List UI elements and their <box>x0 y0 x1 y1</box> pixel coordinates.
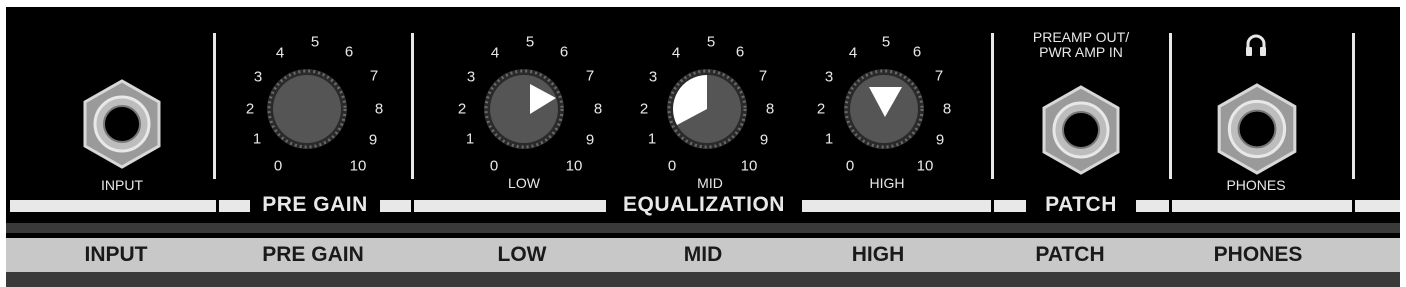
scale-tick: 2 <box>816 100 826 118</box>
scale-tick: 4 <box>848 44 858 62</box>
divider <box>1169 33 1172 179</box>
scale-tick: 9 <box>759 131 769 149</box>
low-knob[interactable] <box>482 67 566 151</box>
scale-tick: 7 <box>934 67 944 85</box>
divider <box>991 33 994 179</box>
scale-tick: 4 <box>275 44 285 62</box>
lower-dark-band <box>6 223 1400 233</box>
pre-gain-knob[interactable] <box>265 67 349 151</box>
bar-separator <box>1169 200 1172 212</box>
scale-tick: 1 <box>647 130 657 148</box>
scale-tick: 0 <box>489 157 499 175</box>
mid-knob[interactable] <box>665 67 749 151</box>
scale-tick: 6 <box>344 43 354 61</box>
scale-tick: 3 <box>466 68 476 86</box>
strip-label-patch: PATCH <box>1035 243 1105 266</box>
strip-label-pre-gain: PRE GAIN <box>262 243 364 266</box>
input-jack-label: INPUT <box>101 177 143 193</box>
scale-tick: 1 <box>465 130 475 148</box>
divider <box>411 33 414 179</box>
patch-label-line2: PWR AMP IN <box>1039 44 1123 60</box>
scale-tick: 2 <box>245 100 255 118</box>
bottom-dark-band <box>6 272 1400 287</box>
scale-tick: 5 <box>525 33 535 51</box>
patch-jack[interactable] <box>1036 85 1126 175</box>
scale-tick: 5 <box>706 33 716 51</box>
scale-tick: 10 <box>740 157 758 175</box>
bar-separator <box>991 200 994 212</box>
scale-tick: 2 <box>457 100 467 118</box>
scale-tick: 3 <box>824 68 834 86</box>
equalization-title: EQUALIZATION <box>606 191 802 219</box>
scale-tick: 8 <box>765 100 775 118</box>
scale-tick: 1 <box>824 130 834 148</box>
patch-label-line1: PREAMP OUT/ <box>1032 29 1130 45</box>
pre-gain-title: PRE GAIN <box>250 191 380 219</box>
scale-tick: 5 <box>310 33 320 51</box>
headphones-icon <box>1246 34 1266 56</box>
scale-tick: 4 <box>671 44 681 62</box>
phones-jack-label: PHONES <box>1226 177 1286 193</box>
scale-tick: 3 <box>253 68 263 86</box>
strip-label-mid: MID <box>683 243 723 266</box>
input-jack[interactable] <box>77 79 167 169</box>
scale-tick: 3 <box>648 68 658 86</box>
scale-tick: 8 <box>374 100 384 118</box>
scale-tick: 8 <box>942 100 952 118</box>
scale-tick: 6 <box>912 43 922 61</box>
patch-jack-label: PREAMP OUT/ PWR AMP IN <box>1011 30 1151 60</box>
scale-tick: 6 <box>735 43 745 61</box>
scale-tick: 9 <box>368 131 378 149</box>
bar-separator <box>216 200 219 212</box>
scale-tick: 7 <box>758 67 768 85</box>
scale-tick: 9 <box>935 131 945 149</box>
divider <box>1352 33 1355 179</box>
strip-label-high: HIGH <box>851 243 905 266</box>
scale-tick: 1 <box>252 130 262 148</box>
scale-tick: 0 <box>273 157 283 175</box>
amp-control-panel: INPUT 0 1 2 3 4 5 6 7 8 9 10 0 1 2 3 4 5… <box>0 0 1406 287</box>
strip-label-low: LOW <box>497 243 547 266</box>
strip-label-phones: PHONES <box>1213 243 1303 266</box>
front-panel: INPUT 0 1 2 3 4 5 6 7 8 9 10 0 1 2 3 4 5… <box>6 7 1400 287</box>
patch-title: PATCH <box>1026 191 1136 219</box>
divider <box>213 33 216 179</box>
mid-knob-label: MID <box>697 175 723 191</box>
scale-tick: 5 <box>881 33 891 51</box>
scale-tick: 10 <box>565 157 583 175</box>
scale-tick: 2 <box>639 100 649 118</box>
label-strip: INPUT PRE GAIN LOW MID HIGH PATCH PHONES <box>6 238 1400 272</box>
scale-tick: 6 <box>559 43 569 61</box>
high-knob[interactable] <box>842 67 926 151</box>
scale-tick: 7 <box>369 67 379 85</box>
scale-tick: 0 <box>667 157 677 175</box>
scale-tick: 9 <box>585 131 595 149</box>
bar-separator <box>1352 200 1355 212</box>
scale-tick: 10 <box>916 157 934 175</box>
high-knob-label: HIGH <box>869 175 905 191</box>
phones-jack[interactable] <box>1211 83 1303 175</box>
scale-tick: 10 <box>349 157 367 175</box>
scale-tick: 8 <box>593 100 603 118</box>
low-knob-label: LOW <box>508 175 540 191</box>
scale-tick: 4 <box>490 44 500 62</box>
strip-label-input: INPUT <box>84 243 148 266</box>
bar-separator <box>411 200 414 212</box>
scale-tick: 0 <box>845 157 855 175</box>
scale-tick: 7 <box>585 67 595 85</box>
